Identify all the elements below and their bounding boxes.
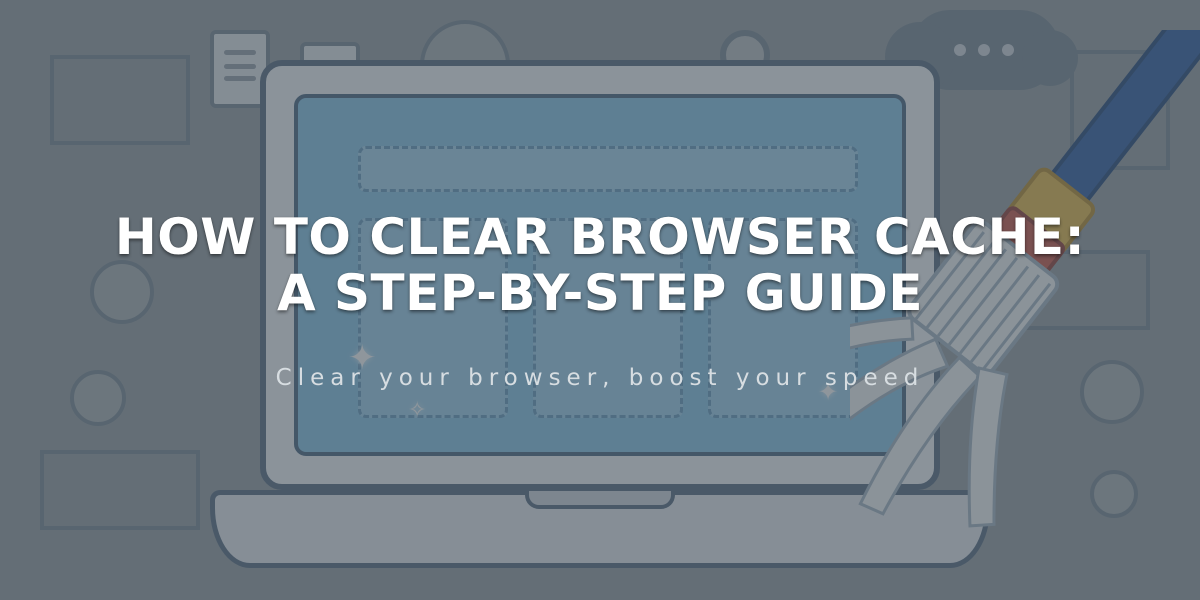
hero-copy: HOW TO CLEAR BROWSER CACHE: A STEP-BY-ST… [0,0,1200,600]
hero-title: HOW TO CLEAR BROWSER CACHE: A STEP-BY-ST… [110,209,1090,321]
hero-subtitle: Clear your browser, boost your speed [276,365,925,391]
